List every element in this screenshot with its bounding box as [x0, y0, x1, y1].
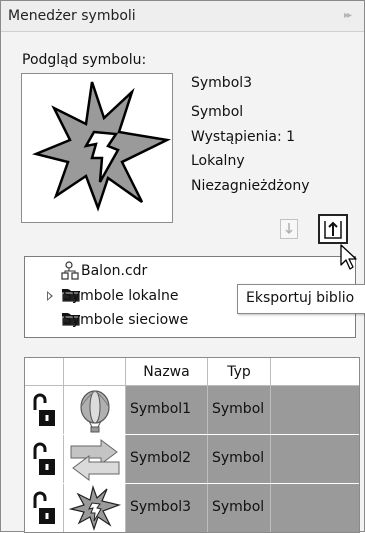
symbol-scope-value: Lokalny [191, 153, 245, 169]
table-row[interactable]: Symbol2 Symbol [25, 435, 359, 483]
document-tree-icon [61, 261, 79, 280]
arrows-thumbnail-icon [70, 439, 120, 481]
symbol-kind-value: Symbol [191, 104, 244, 120]
symbol-type-cell: Symbol [208, 386, 271, 434]
symbol-name-cell: Symbol3 [126, 484, 208, 532]
preview-label: Podgląd symbolu: [22, 52, 147, 68]
export-library-button[interactable] [318, 214, 348, 244]
table-row[interactable]: Symbol3 Symbol [25, 484, 359, 532]
collapse-panel-icon[interactable]: ▸▸ [344, 10, 352, 21]
symbol-name-value: Symbol3 [191, 75, 253, 91]
symbol-preview [21, 73, 173, 223]
mouse-cursor-icon [340, 244, 357, 270]
header-name-column[interactable]: Nazwa [126, 358, 208, 386]
symbols-table: Nazwa Typ Symbol1 Symbol Symbol2 Symbol … [24, 357, 360, 533]
lock-cell[interactable] [25, 484, 64, 532]
symbol-nesting-value: Niezagnieżdżony [191, 178, 310, 194]
burst-thumbnail-icon [68, 485, 122, 531]
tree-item-label: Symbole sieciowe [63, 312, 189, 328]
symbol-thumbnail [64, 435, 126, 483]
export-arrow-icon [324, 221, 342, 239]
import-arrow-icon [285, 223, 293, 235]
export-tooltip: Eksportuj biblio [237, 284, 365, 314]
burst-preview-icon [32, 81, 172, 212]
symbol-instances-value: Wystąpienia: 1 [191, 129, 296, 145]
symbol-thumbnail [64, 386, 126, 434]
balloon-thumbnail-icon [80, 390, 110, 433]
panel-titlebar: Menedżer symboli ▸▸ [1, 1, 364, 32]
lock-open-icon [33, 442, 55, 475]
import-library-button[interactable] [280, 219, 298, 239]
table-row[interactable]: Symbol1 Symbol [25, 386, 359, 434]
symbol-manager-panel: Menedżer symboli ▸▸ Podgląd symbolu: Sym… [0, 0, 365, 533]
row-extra-cell [271, 435, 359, 483]
symbol-name-cell: Symbol2 [126, 435, 208, 483]
symbol-type-cell: Symbol [208, 484, 271, 532]
panel-title: Menedżer symboli [8, 8, 136, 24]
tree-item-label: Balon.cdr [81, 263, 148, 279]
tree-item-label: Symbole lokalne [63, 288, 179, 304]
lock-open-icon [33, 393, 55, 426]
symbol-type-cell: Symbol [208, 435, 271, 483]
header-lock-column[interactable] [25, 358, 64, 386]
expand-arrow-icon[interactable] [47, 291, 53, 301]
row-extra-cell [271, 484, 359, 532]
lock-cell[interactable] [25, 386, 64, 434]
lock-open-icon [33, 491, 55, 524]
header-type-column[interactable]: Typ [208, 358, 271, 386]
lock-cell[interactable] [25, 435, 64, 483]
row-extra-cell [271, 386, 359, 434]
header-thumb-column[interactable] [64, 358, 126, 386]
table-header: Nazwa Typ [25, 358, 359, 386]
symbol-name-cell: Symbol1 [126, 386, 208, 434]
symbol-thumbnail [64, 484, 126, 532]
header-extra-column [271, 358, 359, 386]
